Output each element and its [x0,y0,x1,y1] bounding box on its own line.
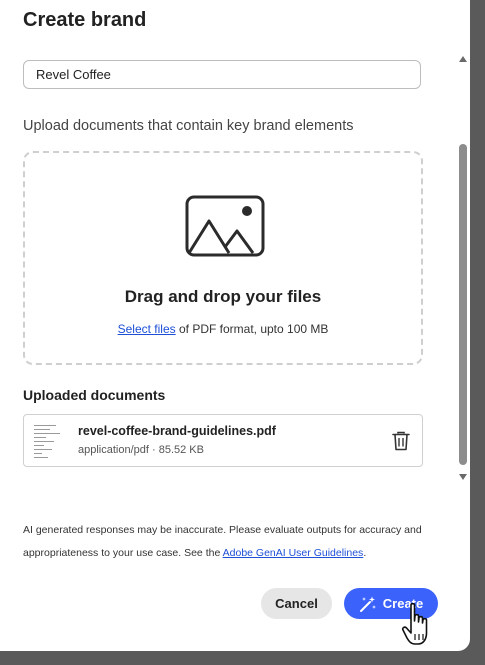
brand-name-input[interactable] [23,60,421,89]
magic-wand-icon [359,596,376,612]
file-meta: application/pdf · 85.52 KB [78,444,204,456]
file-thumbnail [32,422,68,460]
ai-disclaimer: AI generated responses may be inaccurate… [23,519,443,565]
upload-instructions: Upload documents that contain key brand … [23,118,354,134]
cancel-button[interactable]: Cancel [261,588,332,619]
trash-icon[interactable] [392,431,410,451]
dropzone-hint-line: Select files of PDF format, upto 100 MB [25,322,421,336]
guidelines-link[interactable]: Adobe GenAI User Guidelines [223,547,364,559]
uploaded-documents-heading: Uploaded documents [23,387,166,403]
create-brand-dialog: Create brand Upload documents that conta… [0,0,470,651]
scroll-down-arrow-icon[interactable] [459,474,467,480]
hand-cursor-icon [401,602,428,645]
dropzone-hint: of PDF format, upto 100 MB [175,322,329,336]
file-name: revel-coffee-brand-guidelines.pdf [78,424,276,438]
scroll-up-arrow-icon[interactable] [459,56,467,62]
scrollbar[interactable] [456,52,470,484]
disclaimer-end: . [363,547,367,559]
uploaded-file-item: revel-coffee-brand-guidelines.pdf applic… [23,414,423,467]
scrollbar-thumb[interactable] [459,144,467,465]
dialog-title: Create brand [23,9,147,31]
select-files-link[interactable]: Select files [118,322,176,336]
dropzone-title: Drag and drop your files [124,287,322,306]
image-icon [185,195,265,257]
file-dropzone[interactable]: Drag and drop your files Select files of… [23,151,423,365]
